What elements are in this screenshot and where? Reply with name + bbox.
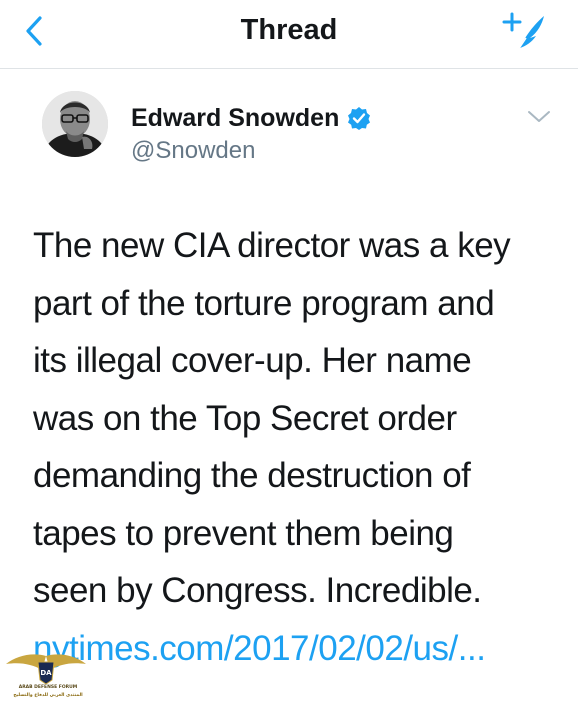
author-name-label: Edward Snowden — [131, 104, 340, 132]
verified-badge-icon — [347, 106, 371, 130]
tweet-text-line: demanding the destruction of — [33, 456, 471, 495]
tweet: Edward Snowden @Snowden The new CIA dire… — [0, 69, 578, 704]
navigation-bar: Thread — [0, 0, 578, 69]
tweet-text-line: its illegal cover-up. Her name — [33, 341, 472, 380]
chevron-down-icon — [528, 111, 550, 122]
watermark-logo: DA ARAB DEFENSE FORUM المنتدى العربي للد… — [2, 650, 90, 704]
author-name[interactable]: Edward Snowden — [131, 103, 371, 133]
compose-tweet-button[interactable] — [500, 10, 552, 54]
watermark-title: ARAB DEFENSE FORUM — [18, 685, 78, 690]
tweet-text-line: The new CIA director was a key — [33, 226, 511, 265]
page-title: Thread — [240, 14, 338, 46]
compose-tweet-icon — [502, 12, 544, 51]
watermark-subtitle: المنتدى العربي للدفاع والتسليح — [13, 693, 83, 698]
thread-screen: Thread Edward Snowden @Snowden The new C… — [0, 0, 578, 704]
tweet-text-line: was on the Top Secret order — [33, 398, 457, 438]
tweet-link[interactable]: nytimes.com/2017/02/02/us/... — [33, 620, 563, 678]
tweet-options-button[interactable] — [526, 109, 552, 125]
eagle-emblem-icon: DA — [6, 654, 86, 685]
svg-text:DA: DA — [40, 669, 52, 677]
tweet-text-line: tapes to prevent them being — [33, 513, 454, 553]
author-handle[interactable]: @Snowden — [131, 137, 255, 165]
tweet-text-line: part of the torture program and — [33, 283, 495, 323]
avatar[interactable] — [42, 91, 108, 157]
tweet-text-line: seen by Congress. Incredible. — [33, 571, 482, 610]
tweet-text: The new CIA director was a key part of t… — [33, 217, 563, 677]
profile-photo-icon — [42, 91, 108, 157]
